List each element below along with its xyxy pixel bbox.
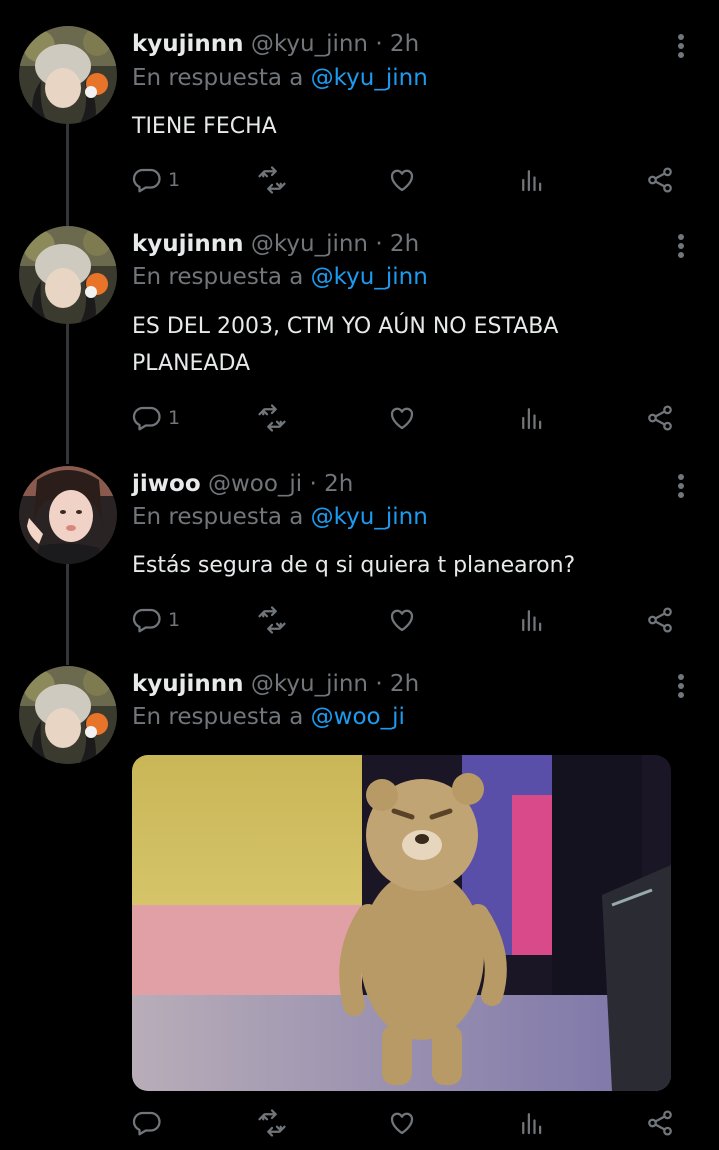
timestamp[interactable]: · 2h bbox=[375, 231, 419, 257]
tweet-text: ES DEL 2003, CTM YO AÚN NO ESTABA PLANEA… bbox=[132, 314, 559, 376]
retweet-icon bbox=[258, 166, 286, 194]
views-button[interactable] bbox=[517, 603, 547, 637]
reply-button[interactable] bbox=[132, 1106, 168, 1140]
reply-button[interactable]: 1 bbox=[132, 603, 180, 637]
retweet-button[interactable] bbox=[257, 603, 287, 637]
share-icon bbox=[648, 607, 672, 633]
reply-context: En respuesta a @kyu_jinn bbox=[132, 65, 428, 91]
reply-icon bbox=[132, 406, 161, 431]
mention-link[interactable]: @kyu_jinn bbox=[311, 264, 428, 290]
tweet-text: TIENE FECHA bbox=[132, 114, 277, 139]
mention-link[interactable]: @kyu_jinn bbox=[311, 504, 428, 530]
share-icon bbox=[648, 405, 672, 431]
like-button[interactable] bbox=[387, 1106, 417, 1140]
share-button[interactable] bbox=[645, 163, 675, 197]
more-vertical-icon bbox=[678, 474, 684, 480]
analytics-icon bbox=[522, 610, 542, 632]
reply-icon bbox=[132, 168, 161, 193]
tweet[interactable]: kyujinnn @kyu_jinn · 2h En respuesta a @… bbox=[0, 666, 719, 1150]
username[interactable]: @kyu_jinn bbox=[251, 671, 368, 697]
views-button[interactable] bbox=[517, 1106, 547, 1140]
analytics-icon bbox=[522, 408, 542, 430]
tweet-text: Estás segura de q si quiera t planearon? bbox=[132, 553, 576, 578]
tweet-header: kyujinnn @kyu_jinn · 2h bbox=[132, 671, 419, 697]
share-button[interactable] bbox=[645, 1106, 675, 1140]
share-icon bbox=[648, 1110, 672, 1136]
reply-context: En respuesta a @woo_ji bbox=[132, 704, 405, 730]
retweet-button[interactable] bbox=[257, 401, 287, 435]
like-button[interactable] bbox=[387, 163, 417, 197]
avatar[interactable] bbox=[19, 26, 117, 124]
username[interactable]: @kyu_jinn bbox=[251, 31, 368, 57]
more-vertical-icon bbox=[678, 34, 684, 40]
heart-icon bbox=[390, 169, 414, 192]
views-button[interactable] bbox=[517, 401, 547, 435]
more-options-button[interactable] bbox=[670, 672, 692, 702]
display-name[interactable]: kyujinnn bbox=[132, 231, 244, 257]
reply-icon bbox=[132, 1111, 161, 1136]
heart-icon bbox=[390, 1112, 414, 1135]
timestamp[interactable]: · 2h bbox=[375, 671, 419, 697]
username[interactable]: @kyu_jinn bbox=[251, 231, 368, 257]
heart-icon bbox=[390, 609, 414, 632]
tweet-actions bbox=[132, 1106, 677, 1140]
more-options-button[interactable] bbox=[670, 472, 692, 502]
avatar[interactable] bbox=[19, 466, 117, 564]
analytics-icon bbox=[522, 170, 542, 192]
tweet-actions: 1 bbox=[132, 603, 677, 637]
views-button[interactable] bbox=[517, 163, 547, 197]
retweet-icon bbox=[258, 404, 286, 432]
reply-icon bbox=[132, 608, 161, 633]
reply-count: 1 bbox=[168, 407, 181, 429]
retweet-icon bbox=[258, 606, 286, 634]
tweet[interactable]: kyujinnn @kyu_jinn · 2h En respuesta a @… bbox=[0, 226, 719, 466]
username[interactable]: @woo_ji bbox=[208, 471, 302, 497]
mention-link[interactable]: @woo_ji bbox=[311, 704, 405, 730]
timestamp[interactable]: · 2h bbox=[375, 31, 419, 57]
mention-link[interactable]: @kyu_jinn bbox=[311, 65, 428, 91]
reply-context: En respuesta a @kyu_jinn bbox=[132, 264, 428, 290]
more-options-button[interactable] bbox=[670, 32, 692, 62]
tweet[interactable]: jiwoo @woo_ji · 2h En respuesta a @kyu_j… bbox=[0, 466, 719, 666]
timestamp[interactable]: · 2h bbox=[310, 471, 354, 497]
retweet-button[interactable] bbox=[257, 163, 287, 197]
reply-context: En respuesta a @kyu_jinn bbox=[132, 504, 428, 530]
retweet-button[interactable] bbox=[257, 1106, 287, 1140]
more-vertical-icon bbox=[678, 234, 684, 240]
reply-button[interactable]: 1 bbox=[132, 163, 180, 197]
heart-icon bbox=[390, 407, 414, 430]
retweet-icon bbox=[258, 1109, 286, 1137]
display-name[interactable]: kyujinnn bbox=[132, 31, 244, 57]
analytics-icon bbox=[522, 1113, 542, 1135]
tweet-header: kyujinnn @kyu_jinn · 2h bbox=[132, 231, 419, 257]
share-button[interactable] bbox=[645, 401, 675, 435]
display-name[interactable]: kyujinnn bbox=[132, 671, 244, 697]
tweet-header: jiwoo @woo_ji · 2h bbox=[132, 471, 353, 497]
more-vertical-icon bbox=[678, 674, 684, 680]
share-icon bbox=[648, 167, 672, 193]
share-button[interactable] bbox=[645, 603, 675, 637]
avatar[interactable] bbox=[19, 226, 117, 324]
reply-count: 1 bbox=[168, 169, 181, 191]
tweet-header: kyujinnn @kyu_jinn · 2h bbox=[132, 31, 419, 57]
reply-count: 1 bbox=[168, 609, 181, 631]
display-name[interactable]: jiwoo bbox=[132, 471, 201, 497]
tweet-media-image[interactable] bbox=[132, 755, 671, 1091]
like-button[interactable] bbox=[387, 401, 417, 435]
like-button[interactable] bbox=[387, 603, 417, 637]
avatar[interactable] bbox=[19, 666, 117, 764]
reply-button[interactable]: 1 bbox=[132, 401, 180, 435]
more-options-button[interactable] bbox=[670, 232, 692, 262]
tweet-actions: 1 bbox=[132, 401, 677, 435]
tweet[interactable]: kyujinnn @kyu_jinn · 2h En respuesta a @… bbox=[0, 0, 719, 226]
tweet-actions: 1 bbox=[132, 163, 677, 197]
